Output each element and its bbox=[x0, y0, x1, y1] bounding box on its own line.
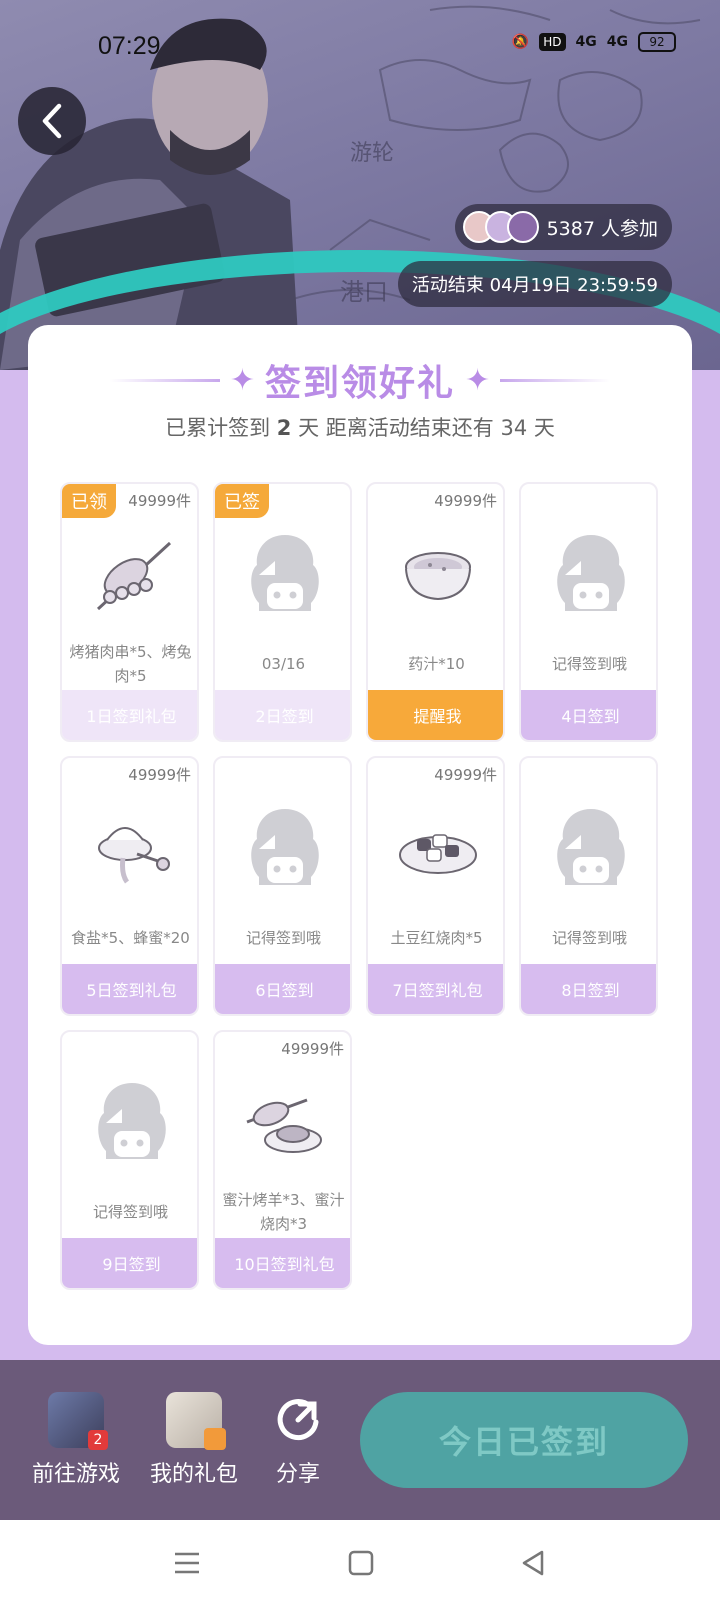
reward-name: 03/16 bbox=[261, 655, 306, 673]
reward-name: 蜜汁烤羊*3、蜜汁烧肉*3 bbox=[222, 1191, 345, 1233]
reward-name: 记得签到哦 bbox=[245, 929, 321, 947]
reward-day-10[interactable]: 49999件蜜汁烤羊*3、蜜汁烧肉*3 10日签到礼包 bbox=[213, 1030, 352, 1290]
braised-pork-icon bbox=[368, 794, 503, 902]
chevron-left-icon bbox=[42, 103, 62, 139]
reward-day-2[interactable]: 已签 03/16 2日签到 bbox=[213, 482, 352, 742]
participants-badge: 5387 人参加 bbox=[454, 204, 672, 250]
summary-suffix: 天 bbox=[533, 416, 555, 440]
placeholder-icon bbox=[215, 520, 350, 628]
reward-day-5[interactable]: 49999件食盐*5、蜂蜜*20 5日签到礼包 bbox=[60, 756, 199, 1016]
system-nav-bar bbox=[0, 1520, 720, 1608]
avatar bbox=[506, 211, 539, 243]
checkin-summary: 已累计签到 2 天 距离活动结束还有 34 天 bbox=[28, 412, 692, 442]
reward-name: 药汁*10 bbox=[408, 655, 465, 673]
signal-icon: 4G bbox=[575, 34, 597, 50]
reward-name: 记得签到哦 bbox=[551, 655, 627, 673]
go-to-game-label: 前往游戏 bbox=[32, 1462, 121, 1487]
summary-remaining: 34 bbox=[500, 416, 528, 440]
status-time: 07:29 bbox=[98, 32, 161, 60]
reward-day-6[interactable]: 记得签到哦 6日签到 bbox=[213, 756, 352, 1016]
card-title: 签到领好礼 bbox=[264, 363, 455, 404]
remind-me-button[interactable]: 提醒我 bbox=[368, 690, 503, 740]
day-label: 5日签到礼包 bbox=[62, 964, 197, 1014]
day-label: 2日签到 bbox=[215, 690, 350, 740]
placeholder-icon bbox=[215, 794, 350, 902]
reward-day-1[interactable]: 已领 49999件烤猪肉串*5、烤兔肉*5 1日签到礼包 bbox=[60, 482, 199, 742]
bottom-action-bar: 2 前往游戏 我的礼包 分享 今日已签到 bbox=[0, 1360, 720, 1520]
deadline-text: 活动结束 04月19日 23:59:59 bbox=[411, 275, 658, 296]
battery-icon: 92 bbox=[638, 32, 676, 52]
my-gift-button[interactable]: 我的礼包 bbox=[150, 1392, 238, 1488]
reward-grid: 已领 49999件 烤猪肉串*5、烤兔肉*5 1日签到礼包 已签 03/16 2日签到 499… bbox=[60, 482, 660, 1290]
menu-icon[interactable] bbox=[172, 1548, 202, 1578]
salt-honey-icon bbox=[62, 794, 197, 902]
reward-day-3[interactable]: 49999件药汁*10 提醒我 bbox=[366, 482, 505, 742]
reward-day-4[interactable]: 记得签到哦 4日签到 bbox=[519, 482, 658, 742]
reward-day-8[interactable]: 记得签到哦 8日签到 bbox=[519, 756, 658, 1016]
stock-count: 49999件 bbox=[281, 1040, 344, 1058]
day-label: 8日签到 bbox=[521, 964, 656, 1014]
day-label: 6日签到 bbox=[215, 964, 350, 1014]
placeholder-icon bbox=[62, 1068, 197, 1176]
hero-banner: 游轮 港口 07:29 🔕 HD 4G 4G 92 5387 人参加 活动结束 … bbox=[0, 0, 720, 370]
gift-icon bbox=[166, 1392, 226, 1450]
reward-name: 土豆红烧肉*5 bbox=[390, 929, 483, 947]
stock-count: 49999件 bbox=[128, 492, 191, 510]
title-decoration bbox=[500, 378, 611, 382]
day-label: 9日签到 bbox=[62, 1238, 197, 1288]
stock-count: 49999件 bbox=[434, 492, 497, 510]
signal-icon-2: 4G bbox=[606, 34, 628, 50]
game-app-icon: 2 bbox=[48, 1392, 108, 1450]
my-gift-label: 我的礼包 bbox=[150, 1462, 239, 1487]
status-badge: 已领 bbox=[62, 484, 116, 518]
home-icon[interactable] bbox=[346, 1548, 376, 1578]
day-label: 7日签到礼包 bbox=[368, 964, 503, 1014]
title-decoration bbox=[109, 378, 220, 382]
day-label: 1日签到礼包 bbox=[62, 690, 197, 740]
share-button[interactable]: 分享 bbox=[270, 1392, 326, 1488]
day-label: 10日签到礼包 bbox=[215, 1238, 350, 1288]
share-icon bbox=[277, 1399, 319, 1441]
reward-name: 烤猪肉串*5、烤兔肉*5 bbox=[69, 643, 192, 685]
status-bar: 07:29 🔕 HD 4G 4G 92 bbox=[0, 28, 720, 62]
hd-icon: HD bbox=[539, 33, 566, 51]
back-button[interactable] bbox=[18, 87, 86, 155]
roast-lamb-icon bbox=[215, 1068, 350, 1176]
share-label: 分享 bbox=[275, 1462, 320, 1487]
stock-count: 49999件 bbox=[434, 766, 497, 784]
checkin-card: ✦ 签到领好礼 ✦ 已累计签到 2 天 距离活动结束还有 34 天 已领 4999… bbox=[28, 325, 692, 1345]
event-deadline: 活动结束 04月19日 23:59:59 bbox=[397, 261, 672, 307]
day-label: 4日签到 bbox=[521, 690, 656, 740]
avatar-stack bbox=[462, 211, 539, 243]
reward-name: 记得签到哦 bbox=[551, 929, 627, 947]
placeholder-icon bbox=[521, 794, 656, 902]
sparkle-icon: ✦ bbox=[465, 362, 491, 398]
reward-name: 记得签到哦 bbox=[92, 1203, 168, 1221]
back-triangle-icon[interactable] bbox=[518, 1548, 548, 1578]
status-icons: 🔕 HD 4G 4G 92 bbox=[512, 32, 676, 52]
participants-count: 5387 人参加 bbox=[546, 217, 658, 240]
reward-day-7[interactable]: 49999件土豆红烧肉*5 7日签到礼包 bbox=[366, 756, 505, 1016]
summary-days: 2 bbox=[276, 416, 292, 440]
skewer-icon bbox=[62, 520, 197, 628]
summary-prefix: 已累计签到 bbox=[165, 416, 271, 440]
stock-count: 49999件 bbox=[128, 766, 191, 784]
placeholder-icon bbox=[521, 520, 656, 628]
mute-icon: 🔕 bbox=[511, 34, 530, 50]
reward-name: 食盐*5、蜂蜜*20 bbox=[71, 929, 190, 947]
go-to-game-button[interactable]: 2 前往游戏 bbox=[32, 1392, 120, 1488]
svg-text:游轮: 游轮 bbox=[350, 141, 394, 166]
reward-day-9[interactable]: 记得签到哦 9日签到 bbox=[60, 1030, 199, 1290]
soup-bowl-icon bbox=[368, 520, 503, 628]
summary-middle: 天 距离活动结束还有 bbox=[298, 416, 494, 440]
checked-in-today-button[interactable]: 今日已签到 bbox=[360, 1392, 688, 1488]
card-title-row: ✦ 签到领好礼 ✦ bbox=[28, 353, 692, 407]
sparkle-icon: ✦ bbox=[229, 362, 255, 398]
status-badge: 已签 bbox=[215, 484, 269, 518]
